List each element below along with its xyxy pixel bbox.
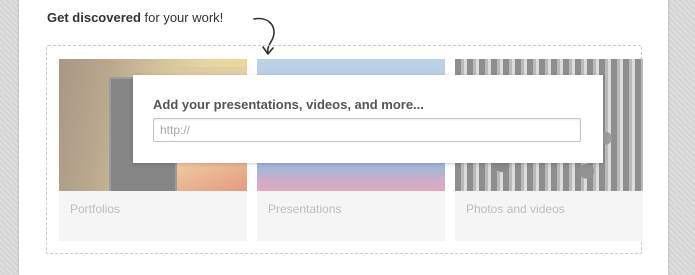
add-media-panel: Add your presentations, videos, and more… [133, 75, 603, 163]
headline-emphasis: Get discovered [47, 10, 141, 25]
tile-caption: Presentations [268, 202, 342, 216]
url-input[interactable] [153, 118, 581, 142]
content-card: Get discovered for your work! Portfolios… [19, 0, 668, 275]
add-media-title: Add your presentations, videos, and more… [153, 97, 424, 112]
tile-caption: Photos and videos [466, 202, 565, 216]
tile-caption: Portfolios [70, 202, 121, 216]
headline-text: for your work! [140, 10, 224, 25]
headline: Get discovered for your work! [47, 10, 223, 25]
